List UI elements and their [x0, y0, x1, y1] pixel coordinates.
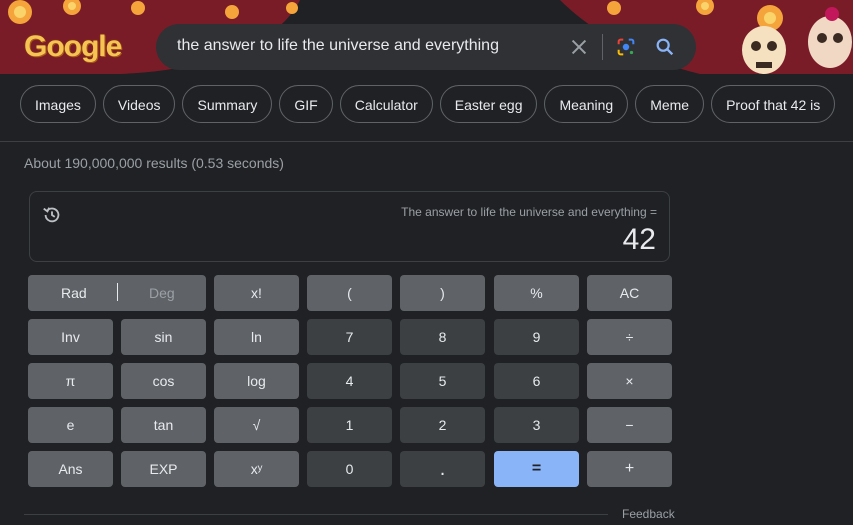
chip-meme[interactable]: Meme [635, 85, 705, 123]
search-box[interactable]: the answer to life the universe and ever… [156, 24, 696, 70]
digit-5-button[interactable]: 5 [400, 363, 485, 399]
decimal-point-button[interactable]: . [400, 451, 485, 487]
rad-deg-separator [117, 283, 118, 301]
calculator-expression: The answer to life the universe and ever… [401, 205, 657, 219]
pi-button[interactable]: π [28, 363, 113, 399]
divide-button[interactable]: ÷ [587, 319, 672, 355]
deg-option[interactable]: Deg [149, 285, 175, 301]
multiply-button[interactable]: × [587, 363, 672, 399]
close-icon[interactable] [568, 36, 590, 58]
percent-button[interactable]: % [494, 275, 579, 311]
factorial-button[interactable]: x! [214, 275, 299, 311]
cos-button[interactable]: cos [121, 363, 206, 399]
answer-button[interactable]: Ans [28, 451, 113, 487]
digit-3-button[interactable]: 3 [494, 407, 579, 443]
history-icon[interactable] [41, 204, 63, 226]
digit-8-button[interactable]: 8 [400, 319, 485, 355]
results-stats: About 190,000,000 results (0.53 seconds) [24, 155, 284, 171]
digit-7-button[interactable]: 7 [307, 319, 392, 355]
log-button[interactable]: log [214, 363, 299, 399]
digit-0-button[interactable]: 0 [307, 451, 392, 487]
chip-videos[interactable]: Videos [102, 85, 176, 123]
euler-button[interactable]: e [28, 407, 113, 443]
google-logo[interactable]: Google [24, 30, 122, 64]
plus-button[interactable]: + [587, 451, 672, 487]
digit-4-button[interactable]: 4 [307, 363, 392, 399]
search-icon[interactable] [654, 36, 676, 58]
search-input[interactable]: the answer to life the universe and ever… [177, 37, 499, 55]
all-clear-button[interactable]: AC [587, 275, 672, 311]
chip-easter-egg[interactable]: Easter egg [439, 85, 538, 123]
chip-meaning[interactable]: Meaning [544, 85, 629, 123]
calculator-result: 42 [622, 223, 656, 256]
calculator-keypad: Rad Deg x! ( ) % AC Inv sin ln 7 8 9 ÷ π… [28, 275, 672, 487]
rad-option[interactable]: Rad [61, 285, 87, 301]
feedback-link[interactable]: Feedback [622, 507, 675, 521]
digit-2-button[interactable]: 2 [400, 407, 485, 443]
chip-images[interactable]: Images [20, 85, 96, 123]
chip-calculator[interactable]: Calculator [339, 85, 433, 123]
ln-button[interactable]: ln [214, 319, 299, 355]
google-lens-icon[interactable] [615, 36, 637, 58]
sin-button[interactable]: sin [121, 319, 206, 355]
chip-proof[interactable]: Proof that 42 is [711, 85, 836, 123]
digit-1-button[interactable]: 1 [307, 407, 392, 443]
chip-gif[interactable]: GIF [279, 85, 333, 123]
equals-button[interactable]: = [494, 451, 579, 487]
tan-button[interactable]: tan [121, 407, 206, 443]
calculator-display: The answer to life the universe and ever… [29, 191, 670, 262]
chip-summary[interactable]: Summary [182, 85, 273, 123]
search-divider [602, 34, 603, 60]
power-button[interactable]: xʸ [214, 451, 299, 487]
rad-deg-toggle[interactable]: Rad Deg [28, 275, 206, 311]
sqrt-button[interactable]: √ [214, 407, 299, 443]
header-divider [0, 141, 853, 142]
inverse-button[interactable]: Inv [28, 319, 113, 355]
left-paren-button[interactable]: ( [307, 275, 392, 311]
minus-button[interactable]: − [587, 407, 672, 443]
footer-divider [24, 514, 608, 515]
digit-6-button[interactable]: 6 [494, 363, 579, 399]
exp-button[interactable]: EXP [121, 451, 206, 487]
search-chips: Images Videos Summary GIF Calculator Easter e… [20, 85, 842, 125]
right-paren-button[interactable]: ) [400, 275, 485, 311]
digit-9-button[interactable]: 9 [494, 319, 579, 355]
